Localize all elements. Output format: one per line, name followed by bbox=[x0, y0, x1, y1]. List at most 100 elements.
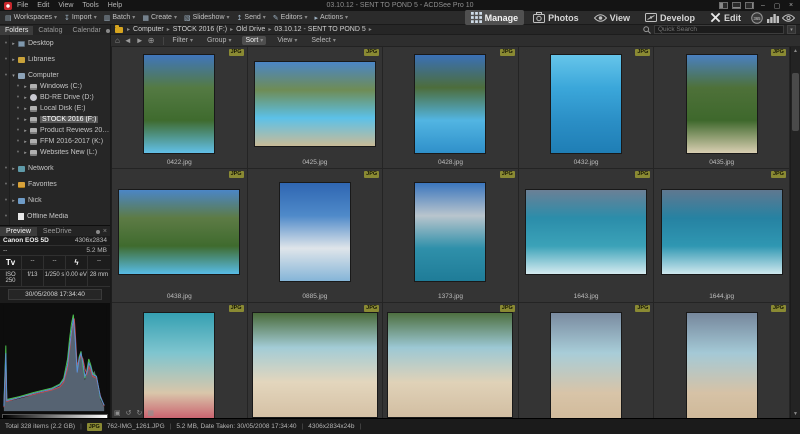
tree-item-websites-l[interactable]: ▸Websites New (L:) bbox=[0, 147, 110, 158]
expand-arrow[interactable]: ▸ bbox=[10, 57, 17, 63]
pin-icon[interactable] bbox=[14, 116, 22, 123]
expand-arrow[interactable]: ▸ bbox=[10, 41, 17, 47]
scroll-up-arrow[interactable]: ▲ bbox=[791, 48, 800, 54]
mode-edit-button[interactable]: Edit bbox=[704, 10, 747, 25]
photo-thumbnail[interactable] bbox=[662, 190, 782, 274]
expand-arrow[interactable]: ▸ bbox=[10, 198, 17, 204]
seedrive-sync-button[interactable] bbox=[782, 13, 795, 23]
photo-thumbnail[interactable] bbox=[119, 190, 239, 274]
mode-view-button[interactable]: View bbox=[588, 11, 636, 25]
menu-file[interactable]: File bbox=[17, 2, 28, 9]
layout-toggle-right-icon[interactable] bbox=[745, 2, 754, 9]
view-mode-icon[interactable]: ▦ bbox=[147, 410, 159, 417]
close-button[interactable]: × bbox=[786, 2, 796, 9]
thumbnail-cell[interactable]: JPG0428.jpg bbox=[383, 47, 519, 169]
pin-panel-icon[interactable] bbox=[106, 29, 110, 33]
tree-item-libraries[interactable]: ▸Libraries bbox=[0, 54, 110, 65]
expand-arrow[interactable]: ▾ bbox=[10, 73, 17, 79]
tree-item-desktop[interactable]: ▸Desktop bbox=[0, 38, 110, 49]
tree-item-bdre-d[interactable]: ▸BD-RE Drive (D:) bbox=[0, 92, 110, 103]
photo-thumbnail[interactable] bbox=[551, 313, 621, 418]
pin-icon[interactable] bbox=[2, 56, 10, 63]
thumbnail-cell[interactable]: JPG bbox=[654, 303, 790, 418]
batch-button[interactable]: ▥ Batch ▾ bbox=[104, 14, 136, 22]
pin-icon[interactable] bbox=[2, 165, 10, 172]
breadcrumb-current-folder[interactable]: 03.10.12 - SENT TO POND 5 bbox=[274, 26, 365, 33]
menu-edit[interactable]: Edit bbox=[37, 2, 49, 9]
tree-item-windows-c[interactable]: ▸Windows (C:) bbox=[0, 81, 110, 92]
maximize-button[interactable]: ▢ bbox=[772, 2, 782, 10]
thumbnail-cell[interactable]: JPG0422.jpg bbox=[112, 47, 248, 169]
photo-thumbnail[interactable] bbox=[687, 313, 757, 418]
thumbnail-cell[interactable]: JPG1643.jpg bbox=[519, 169, 655, 303]
photo-thumbnail[interactable] bbox=[415, 55, 485, 153]
import-button[interactable]: ↧ Import ▾ bbox=[64, 14, 97, 22]
tree-item-nick[interactable]: ▸Nick bbox=[0, 195, 110, 206]
mode-develop-button[interactable]: Develop bbox=[639, 10, 701, 25]
tab-seedrive[interactable]: SeeDrive bbox=[37, 227, 78, 236]
tab-folders[interactable]: Folders bbox=[0, 26, 33, 35]
pin-icon[interactable] bbox=[14, 149, 22, 156]
tree-item-computer[interactable]: ▾Computer bbox=[0, 70, 110, 81]
pin-icon[interactable] bbox=[14, 94, 22, 101]
pin-icon[interactable] bbox=[14, 83, 22, 90]
editors-button[interactable]: ✎ Editors ▾ bbox=[273, 14, 308, 22]
zoom-icon[interactable]: ⊕ bbox=[148, 36, 155, 45]
expand-arrow[interactable]: ▸ bbox=[22, 128, 29, 134]
workspaces-button[interactable]: ▤ Workspaces ▾ bbox=[5, 14, 57, 22]
thumbnail-cell[interactable]: JPG bbox=[248, 303, 384, 418]
photo-thumbnail[interactable] bbox=[144, 55, 214, 153]
tree-item-local-disk-e[interactable]: ▸Local Disk (E:) bbox=[0, 103, 110, 114]
pin-icon[interactable] bbox=[14, 105, 22, 112]
photo-thumbnail[interactable] bbox=[253, 313, 377, 417]
pin-icon[interactable] bbox=[2, 181, 10, 188]
tab-catalog[interactable]: Catalog bbox=[33, 26, 67, 35]
thumbnail-cell[interactable]: JPG1644.jpg bbox=[654, 169, 790, 303]
tree-item-network[interactable]: ▸Network bbox=[0, 163, 110, 174]
pin-panel-icon[interactable] bbox=[96, 230, 100, 234]
pin-icon[interactable] bbox=[14, 138, 22, 145]
tree-item-stock-2016-f[interactable]: ▸STOCK 2016 (F:) bbox=[0, 114, 110, 125]
expand-arrow[interactable]: ▸ bbox=[10, 182, 17, 188]
thumbnail-cell[interactable]: JPG0432.jpg bbox=[519, 47, 655, 169]
photo-thumbnail[interactable] bbox=[144, 313, 214, 418]
thumbnail-cell[interactable]: JPG0435.jpg bbox=[654, 47, 790, 169]
menu-tools[interactable]: Tools bbox=[82, 2, 98, 9]
acdsee-365-button[interactable]: 365 bbox=[750, 12, 763, 24]
expand-arrow[interactable]: ▸ bbox=[22, 117, 29, 123]
tree-item-product-reviews-g[interactable]: ▸Product Reviews 2017 On (G:) bbox=[0, 125, 110, 136]
expand-arrow[interactable]: ▸ bbox=[22, 139, 29, 145]
thumbnail-cell[interactable]: JPG1373.jpg bbox=[383, 169, 519, 303]
photo-thumbnail[interactable] bbox=[687, 55, 757, 153]
breadcrumb-computer[interactable]: Computer bbox=[133, 26, 164, 33]
thumbnail-cell[interactable]: JPG0885.jpg bbox=[248, 169, 384, 303]
thumbnail-cell[interactable]: JPG0438.jpg bbox=[112, 169, 248, 303]
pin-icon[interactable] bbox=[14, 127, 22, 134]
thumbnail-cell[interactable]: JPG bbox=[383, 303, 519, 418]
pin-icon[interactable] bbox=[2, 213, 10, 220]
expand-arrow[interactable]: ▸ bbox=[22, 84, 29, 90]
slideshow-button[interactable]: ▧ Slideshow ▾ bbox=[184, 14, 230, 22]
rotate-left-icon[interactable]: ↺ bbox=[126, 410, 137, 417]
dashboard-button[interactable] bbox=[766, 12, 779, 23]
expand-arrow[interactable]: ▸ bbox=[22, 95, 29, 101]
menu-help[interactable]: Help bbox=[108, 2, 122, 9]
tree-item-favorites[interactable]: ▸Favorites bbox=[0, 179, 110, 190]
photo-thumbnail[interactable] bbox=[415, 183, 485, 281]
sort-menu[interactable]: Sort ▾ bbox=[242, 36, 266, 45]
pin-icon[interactable] bbox=[2, 40, 10, 47]
layout-icon[interactable]: ▣ bbox=[114, 410, 126, 417]
photo-thumbnail[interactable] bbox=[255, 62, 375, 146]
pin-icon[interactable] bbox=[2, 72, 10, 79]
expand-arrow[interactable]: ▸ bbox=[10, 166, 17, 172]
send-button[interactable]: ↥ Send ▾ bbox=[237, 14, 266, 22]
tree-item-ffm-k[interactable]: ▸FFM 2016-2017 (K:) bbox=[0, 136, 110, 147]
photo-thumbnail[interactable] bbox=[551, 55, 621, 153]
expand-arrow[interactable]: ▸ bbox=[22, 150, 29, 156]
create-button[interactable]: ▦ Create ▾ bbox=[142, 14, 177, 22]
quick-search-input[interactable] bbox=[654, 25, 784, 34]
scroll-down-arrow[interactable]: ▼ bbox=[791, 411, 800, 417]
thumbnail-cell[interactable]: JPG bbox=[112, 303, 248, 418]
thumbnail-cell[interactable]: JPG bbox=[519, 303, 655, 418]
filter-menu[interactable]: Filter ▾ bbox=[169, 36, 196, 45]
